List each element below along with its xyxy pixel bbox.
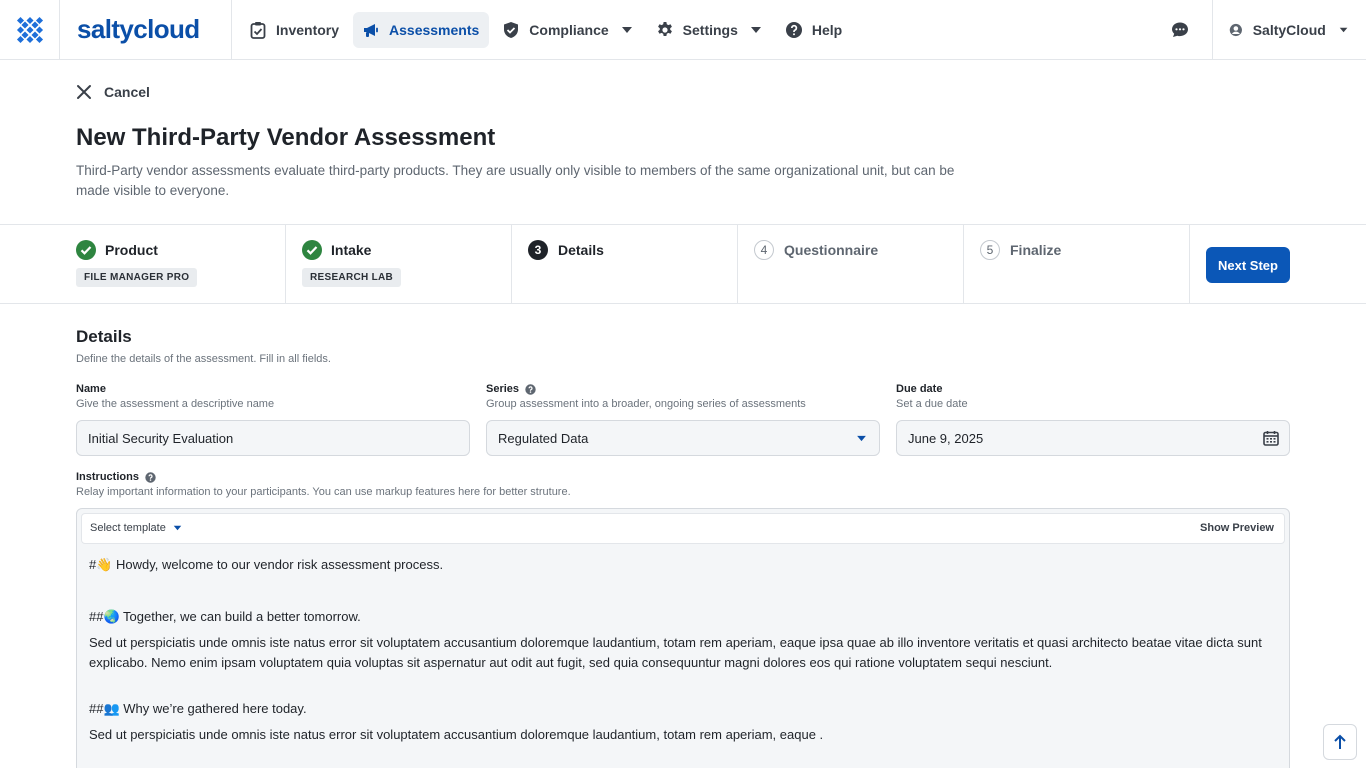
nav-compliance[interactable]: Compliance <box>493 12 642 48</box>
close-icon <box>77 85 91 99</box>
caret-down-icon <box>750 26 761 33</box>
name-label: Name <box>76 383 106 395</box>
editor-content[interactable]: #👋 Howdy, welcome to our vendor risk ass… <box>89 555 1279 745</box>
chat-bubble-icon <box>1172 22 1188 37</box>
step-number: 4 <box>754 240 774 260</box>
due-date-field-group: Due date Set a due date June 9, 2025 <box>896 383 1290 456</box>
user-menu[interactable]: SaltyCloud <box>1212 0 1366 60</box>
nav-assessments[interactable]: Assessments <box>353 11 490 48</box>
question-circle-icon <box>785 21 802 38</box>
nav-assessments-label: Assessments <box>389 21 480 38</box>
nav-compliance-label: Compliance <box>529 21 609 38</box>
step-label: Product <box>105 242 158 258</box>
megaphone-icon <box>364 23 378 37</box>
step-label: Intake <box>331 242 372 258</box>
step-chip: RESEARCH LAB <box>302 268 402 287</box>
name-hint: Give the assessment a descriptive name <box>76 398 275 410</box>
instructions-label: Instructions <box>76 471 139 483</box>
check-circle-icon <box>76 240 96 260</box>
help-icon[interactable] <box>145 471 156 483</box>
nav-settings[interactable]: Settings <box>647 12 772 48</box>
chat-button[interactable] <box>1158 0 1202 60</box>
instructions-editor[interactable]: Select template Show Preview #👋 Howdy, w… <box>76 508 1290 768</box>
help-icon[interactable] <box>525 383 536 395</box>
due-date-input[interactable]: June 9, 2025 <box>896 420 1290 456</box>
select-template-label: Select template <box>90 522 166 534</box>
caret-down-icon <box>1339 27 1348 33</box>
step-chip: FILE MANAGER PRO <box>76 268 198 287</box>
editor-line: ##🌏 Together, we can build a better tomo… <box>89 609 361 624</box>
due-date-hint: Set a due date <box>896 398 968 410</box>
page-title: New Third-Party Vendor Assessment <box>76 124 496 151</box>
user-avatar-icon <box>1229 23 1242 37</box>
due-date-label: Due date <box>896 383 943 395</box>
cancel-label: Cancel <box>104 84 150 100</box>
show-preview-button[interactable]: Show Preview <box>1200 522 1274 534</box>
main-nav: Inventory Assessments Compliance Setting… <box>232 0 856 60</box>
step-label: Finalize <box>1010 242 1062 258</box>
series-hint: Group assessment into a broader, ongoing… <box>486 398 806 410</box>
editor-line: Sed ut perspiciatis unde omnis iste natu… <box>89 635 1262 670</box>
editor-line: ##👥 Why we’re gathered here today. <box>89 701 307 716</box>
instructions-field-group: Instructions Relay important information… <box>76 471 571 498</box>
gear-icon <box>657 21 672 36</box>
series-label: Series <box>486 383 520 395</box>
nav-right: SaltyCloud <box>1158 0 1366 60</box>
series-field-group: Series Group assessment into a broader, … <box>486 383 880 456</box>
step-label: Questionnaire <box>784 242 879 258</box>
series-select[interactable]: Regulated Data <box>486 420 880 456</box>
editor-toolbar: Select template Show Preview <box>81 513 1285 544</box>
step-number: 5 <box>980 240 1000 260</box>
stepper: Product FILE MANAGER PRO Intake RESEARCH… <box>0 224 1366 304</box>
step-details[interactable]: 3 Details <box>512 225 738 303</box>
caret-down-icon <box>621 26 632 33</box>
instructions-hint: Relay important information to your part… <box>76 486 571 498</box>
section-title: Details <box>76 327 132 346</box>
logo-icon[interactable] <box>0 0 60 60</box>
nav-inventory[interactable]: Inventory <box>240 12 349 48</box>
due-date-value: June 9, 2025 <box>908 430 984 446</box>
name-input[interactable]: Initial Security Evaluation <box>76 420 470 456</box>
top-navigation: saltycloud Inventory Assessments Complia… <box>0 0 1366 60</box>
step-label: Details <box>558 242 604 258</box>
name-field-group: Name Give the assessment a descriptive n… <box>76 383 470 456</box>
user-name: SaltyCloud <box>1252 22 1326 38</box>
nav-help[interactable]: Help <box>776 12 852 48</box>
page-subtitle: Third-Party vendor assessments evaluate … <box>76 163 955 198</box>
cancel-button[interactable]: Cancel <box>76 84 150 100</box>
step-questionnaire[interactable]: 4 Questionnaire <box>738 225 964 303</box>
step-intake[interactable]: Intake RESEARCH LAB <box>286 225 512 303</box>
select-template-dropdown[interactable]: Select template <box>90 522 182 534</box>
next-step-button[interactable]: Next Step <box>1206 247 1290 283</box>
step-product[interactable]: Product FILE MANAGER PRO <box>0 225 286 303</box>
step-finalize[interactable]: 5 Finalize <box>964 225 1190 303</box>
scroll-to-top-button[interactable] <box>1323 724 1357 760</box>
nav-inventory-label: Inventory <box>276 21 340 38</box>
series-value: Regulated Data <box>498 430 589 446</box>
caret-down-icon <box>857 435 866 442</box>
name-value: Initial Security Evaluation <box>88 430 234 446</box>
nav-help-label: Help <box>811 21 843 38</box>
check-circle-icon <box>302 240 322 260</box>
editor-line: #👋 Howdy, welcome to our vendor risk ass… <box>89 557 444 572</box>
step-number: 3 <box>528 240 548 260</box>
arrow-up-icon <box>1334 734 1346 749</box>
calendar-icon[interactable] <box>1263 430 1279 446</box>
editor-line: Sed ut perspiciatis unde omnis iste natu… <box>89 727 824 742</box>
section-description: Define the details of the assessment. Fi… <box>76 353 331 365</box>
nav-settings-label: Settings <box>682 21 738 38</box>
shield-check-icon <box>504 21 519 38</box>
clipboard-check-icon <box>250 21 266 39</box>
caret-down-icon <box>173 525 182 531</box>
brand-name[interactable]: saltycloud <box>60 0 232 60</box>
